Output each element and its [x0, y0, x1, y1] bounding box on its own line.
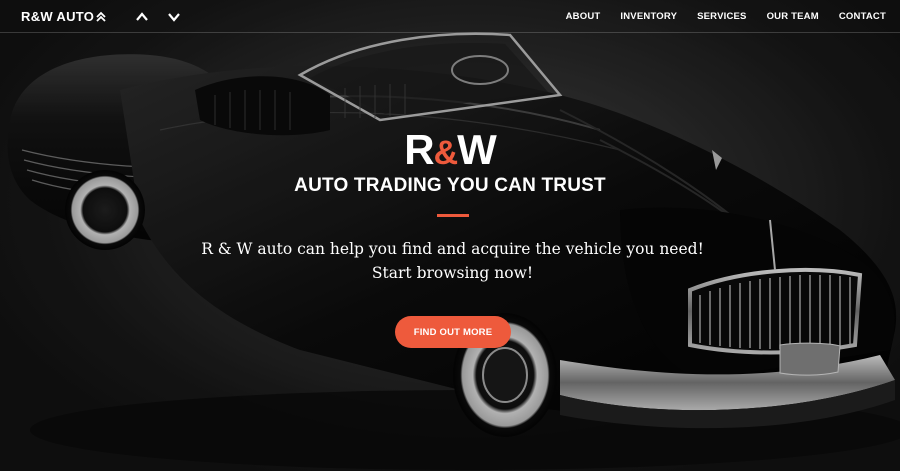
nav-link-our-team[interactable]: OUR TEAM — [767, 11, 819, 22]
hero-divider — [437, 214, 469, 217]
brand-logo[interactable]: R&W AUTO — [21, 9, 94, 24]
nav-link-contact[interactable]: CONTACT — [839, 11, 886, 22]
hero-logo-r: R — [404, 126, 434, 173]
nav-link-about[interactable]: ABOUT — [566, 11, 601, 22]
double-chevron-up-icon[interactable] — [94, 10, 108, 24]
chevron-up-icon[interactable] — [135, 10, 149, 24]
navbar: R&W AUTO ABOUT INVENTORY SERVICES OUR TE… — [0, 0, 900, 33]
hero-logo-w: W — [457, 126, 497, 173]
find-out-more-button[interactable]: FIND OUT MORE — [395, 316, 511, 348]
hero-logo-ampersand: & — [433, 134, 459, 172]
hero-logo: R&W — [0, 127, 900, 176]
chevron-down-icon[interactable] — [167, 10, 181, 24]
hero-title: AUTO TRADING YOU CAN TRUST — [294, 175, 606, 196]
hero-description: R & W auto can help you find and acquire… — [201, 240, 704, 282]
hero-overlay — [0, 0, 900, 471]
page: R&W AUTO ABOUT INVENTORY SERVICES OUR TE… — [0, 0, 900, 471]
nav-links: ABOUT INVENTORY SERVICES OUR TEAM CONTAC… — [546, 11, 886, 22]
nav-link-inventory[interactable]: INVENTORY — [620, 11, 677, 22]
nav-link-services[interactable]: SERVICES — [697, 11, 746, 22]
